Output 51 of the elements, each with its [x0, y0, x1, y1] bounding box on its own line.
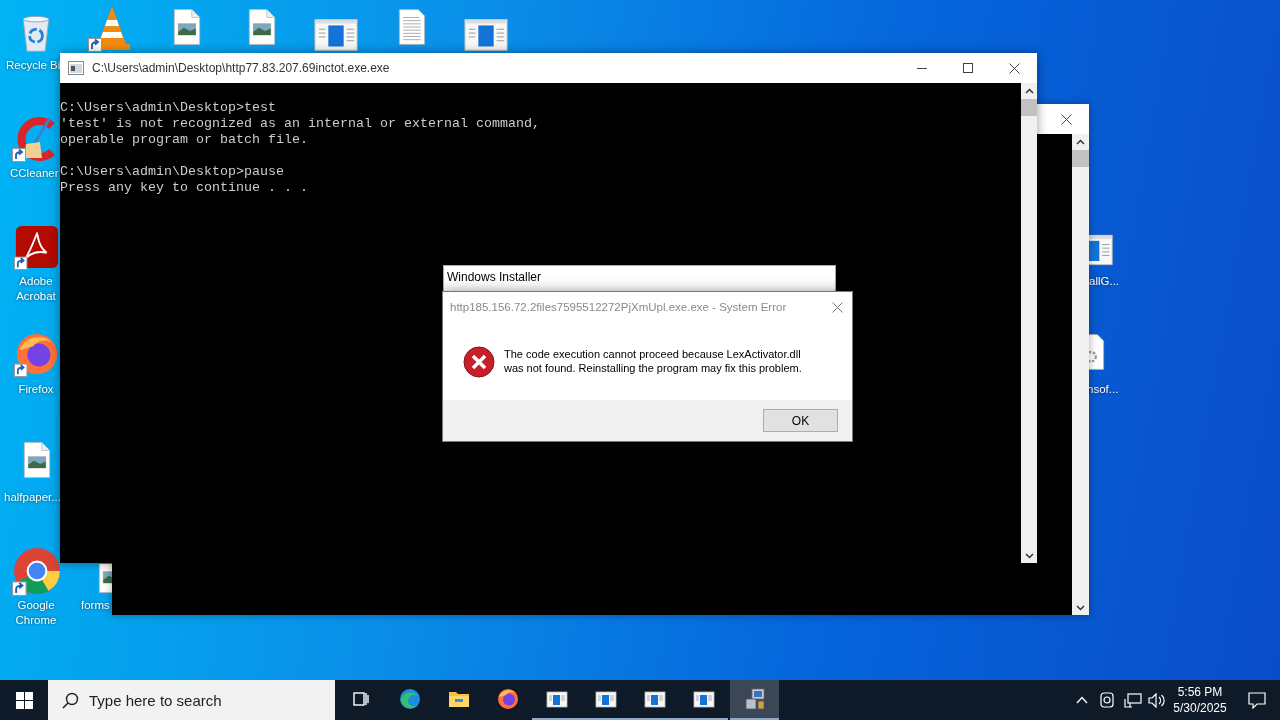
dialog-title: http185.156.72.2files7595512272PjXmUpl.exe.exe - System Error: [449, 301, 788, 313]
error-icon: [463, 346, 495, 378]
icon-label: forms: [81, 598, 111, 613]
scroll-down-icon[interactable]: [1076, 605, 1085, 611]
maximize-icon: [963, 63, 973, 73]
icon-label: Recycle Bi: [6, 58, 59, 73]
network-icon[interactable]: [1124, 692, 1142, 708]
console-line: operable program or batch file.: [60, 132, 308, 148]
scroll-up-icon[interactable]: [1076, 139, 1085, 145]
icon-label: allG...: [1089, 274, 1121, 289]
installer-icon: [742, 687, 767, 711]
chrome-icon[interactable]: [12, 546, 62, 596]
console-line: 'test' is not recognized as an internal or external command,: [60, 116, 540, 132]
edge-icon: [397, 687, 422, 711]
icon-label: Google Chrome: [14, 598, 58, 628]
clock-date[interactable]: 5/30/2025: [1173, 700, 1227, 716]
console-line: C:\Users\admin\Desktop>pause: [60, 164, 284, 180]
close-icon: [831, 301, 843, 313]
search-field[interactable]: Type here to search: [48, 680, 335, 720]
window-title: Windows Installer: [446, 269, 543, 284]
close-icon: [1060, 113, 1072, 125]
notification-icon: [1248, 691, 1266, 709]
console-icon: [68, 61, 84, 75]
firefox-icon: [495, 687, 520, 711]
ok-button[interactable]: OK: [763, 409, 838, 432]
volume-icon[interactable]: [1148, 692, 1166, 708]
scrollbar[interactable]: [1021, 83, 1037, 563]
console-line: C:\Users\admin\Desktop>test: [60, 100, 276, 116]
scroll-down-icon[interactable]: [1024, 553, 1034, 559]
camera-icon[interactable]: [1100, 692, 1114, 708]
clock-time[interactable]: 5:56 PM: [1177, 684, 1223, 700]
search-icon: [62, 691, 79, 709]
minimize-icon: [917, 67, 927, 69]
close-icon: [1008, 62, 1020, 74]
icon-label: halfpaper...: [4, 490, 60, 505]
icon-label: Adobe Acrobat: [15, 274, 57, 304]
scrollbar-thumb[interactable]: [1072, 150, 1089, 167]
console-line: Press any key to continue . . .: [60, 180, 308, 196]
scroll-up-icon[interactable]: [1024, 88, 1034, 94]
window-title: C:\Users\admin\Desktop\http77.83.207.69inctot.exe.exe: [92, 61, 391, 75]
search-input[interactable]: Type here to search: [89, 691, 309, 709]
firefox-icon[interactable]: [14, 331, 60, 377]
taskbar-installer-button[interactable]: [730, 680, 779, 720]
chevron-up-icon[interactable]: [1076, 696, 1088, 704]
windows-logo-icon: [15, 691, 33, 709]
icon-label: CCleaner: [10, 166, 60, 181]
error-message: The code execution cannot proceed because LexActivator.dll was not found. Reinstalling the program may fix this problem.: [504, 347, 802, 375]
scrollbar-thumb[interactable]: [1021, 99, 1037, 116]
scrollbar[interactable]: [1072, 134, 1089, 615]
pdf-icon[interactable]: [14, 224, 60, 270]
icon-label: Firefox: [17, 382, 55, 397]
